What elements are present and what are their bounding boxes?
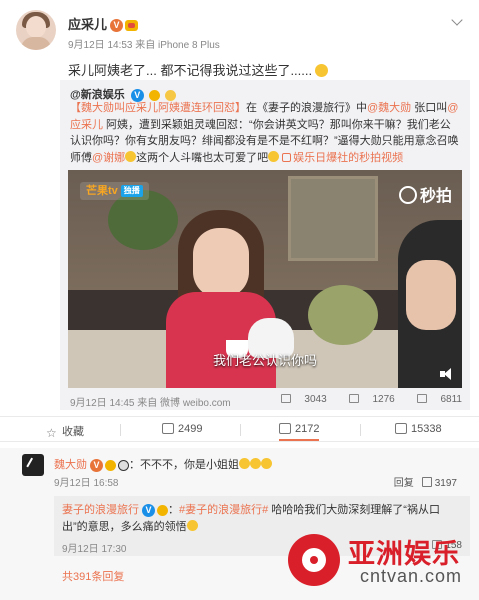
reply-meta: 9月12日 17:30	[62, 544, 127, 555]
mango-tv-logo: 芒果tv 独播	[80, 182, 149, 200]
commenter-avatar[interactable]	[22, 454, 44, 476]
member-badge-icon	[148, 89, 160, 101]
action-bar: ☆ 收藏 2499 2172 15338	[0, 416, 479, 442]
post-meta: 9月12日 14:53 来自 iPhone 8 Plus	[68, 40, 220, 51]
repost-comment-count[interactable]: 1276	[339, 394, 395, 405]
bulb-badge-icon	[164, 89, 176, 101]
more-replies-link[interactable]: 共391条回复	[62, 568, 124, 584]
repost-text-part: 张口叫	[411, 102, 448, 114]
video-player[interactable]: 芒果tv 独播 秒拍 我们老公认识你吗	[68, 170, 462, 388]
thumbs-up-icon[interactable]	[421, 477, 432, 487]
repost-footer: 9月12日 14:45 来自 微博 weibo.com 3043 1276 68…	[70, 394, 462, 409]
verified-badge-icon: V	[110, 19, 124, 33]
chevron-down-icon[interactable]	[450, 14, 466, 30]
volume-icon[interactable]	[440, 368, 454, 380]
share-icon	[162, 423, 174, 434]
smile-emoji-icon	[315, 64, 329, 77]
member-badge-icon	[157, 504, 168, 516]
exclusive-badge: 独播	[120, 185, 143, 197]
comment-icon	[349, 394, 360, 403]
mango-tv-logo-text: 芒果tv	[86, 185, 118, 197]
verified-badge-icon: V	[142, 503, 155, 517]
repost-count: 2499	[178, 423, 203, 435]
miaopai-logo-text: 秒拍	[419, 188, 452, 205]
author-name-row: 应采儿 V	[68, 14, 139, 33]
repost-text-part: 在《妻子的浪漫旅行》中	[246, 102, 367, 114]
verified-badge-icon: V	[90, 458, 103, 472]
reply-button[interactable]: 回复	[394, 478, 414, 489]
post-text: 采儿阿姨老了... 都不记得我说过这些了......	[68, 60, 329, 79]
repost-text-part: 这两个人斗嘴也太可爱了吧	[136, 151, 269, 164]
comment-line: 魏大勋 V ：不不不，你是小姐姐	[54, 456, 272, 472]
repost-count-value: 3043	[304, 394, 327, 405]
comment-actions: 回复 3197	[394, 474, 457, 489]
watermark-en: cntvan.com	[360, 566, 463, 586]
like-count: 15338	[411, 423, 442, 435]
repost-like-count[interactable]: 6811	[407, 394, 462, 405]
author-name[interactable]: 应采儿	[68, 17, 107, 32]
repost-card: @新浪娱乐 V 【魏大勋叫应采儿阿姨遭连环回怼】在《妻子的浪漫旅行》中@魏大勋 …	[60, 80, 470, 410]
comment-button[interactable]: 2172	[279, 423, 320, 441]
video-link[interactable]: 娱乐日爆社的秒拍视频	[293, 152, 403, 164]
like-button[interactable]: 15338	[395, 423, 442, 435]
author-avatar[interactable]	[16, 10, 56, 50]
member-crown-icon	[125, 20, 139, 32]
laugh-emoji-icon	[239, 458, 250, 469]
video-subtitle: 我们老公认识你吗	[212, 353, 317, 368]
comment-meta: 9月12日 16:58	[54, 478, 119, 489]
site-logo-icon	[288, 534, 340, 586]
site-watermark: 亚洲娱乐 cntvan.com	[288, 530, 473, 594]
comment-like-count: 3197	[434, 478, 457, 489]
comment-icon	[279, 423, 291, 434]
reply-author[interactable]: 妻子的浪漫旅行	[62, 504, 139, 516]
comment-count-value: 1276	[372, 394, 395, 405]
post-header: 应采儿 V 9月12日 14:53 来自 iPhone 8 Plus	[16, 10, 466, 60]
thumbs-up-icon	[417, 394, 428, 403]
reply-topic-tag[interactable]: #妻子的浪漫旅行#	[179, 504, 268, 516]
commenter-name[interactable]: 魏大勋	[54, 459, 87, 471]
repost-topic-tag[interactable]: 【魏大勋叫应采儿阿姨遭连环回怼】	[70, 102, 246, 114]
laugh-emoji-icon	[261, 458, 272, 469]
favorite-label: 收藏	[62, 426, 84, 438]
like-count-value: 6811	[440, 394, 462, 405]
laugh-emoji-icon	[186, 520, 198, 531]
laugh-emoji-icon	[125, 150, 137, 162]
thumbs-up-icon	[395, 423, 407, 434]
repost-meta: 9月12日 14:45 来自 微博 weibo.com	[70, 398, 231, 409]
miaopai-ring-icon	[398, 186, 417, 204]
video-link-icon	[282, 152, 292, 162]
laugh-emoji-icon	[250, 458, 261, 469]
post-body: 采儿阿姨老了... 都不记得我说过这些了......	[68, 63, 313, 78]
panda-badge-icon	[118, 459, 129, 471]
mention-link[interactable]: @魏大勋	[367, 102, 411, 114]
miaopai-logo: 秒拍	[398, 182, 452, 206]
laugh-emoji-icon	[268, 150, 280, 162]
share-icon	[281, 394, 292, 403]
repost-repost-count[interactable]: 3043	[271, 394, 327, 405]
mention-link[interactable]: @谢娜	[92, 152, 125, 164]
comment-count: 2172	[295, 423, 320, 435]
star-icon: ☆	[46, 426, 57, 440]
repost-text: 【魏大勋叫应采儿阿姨遭连环回怼】在《妻子的浪漫旅行》中@魏大勋 张口叫@应采儿 …	[70, 100, 460, 166]
member-badge-icon	[105, 459, 116, 471]
favorite-button[interactable]: ☆ 收藏	[46, 423, 84, 439]
repost-button[interactable]: 2499	[162, 423, 202, 435]
repost-stats: 3043 1276 6811	[261, 394, 462, 405]
comment-text: ：不不不，你是小姐姐	[129, 459, 239, 471]
